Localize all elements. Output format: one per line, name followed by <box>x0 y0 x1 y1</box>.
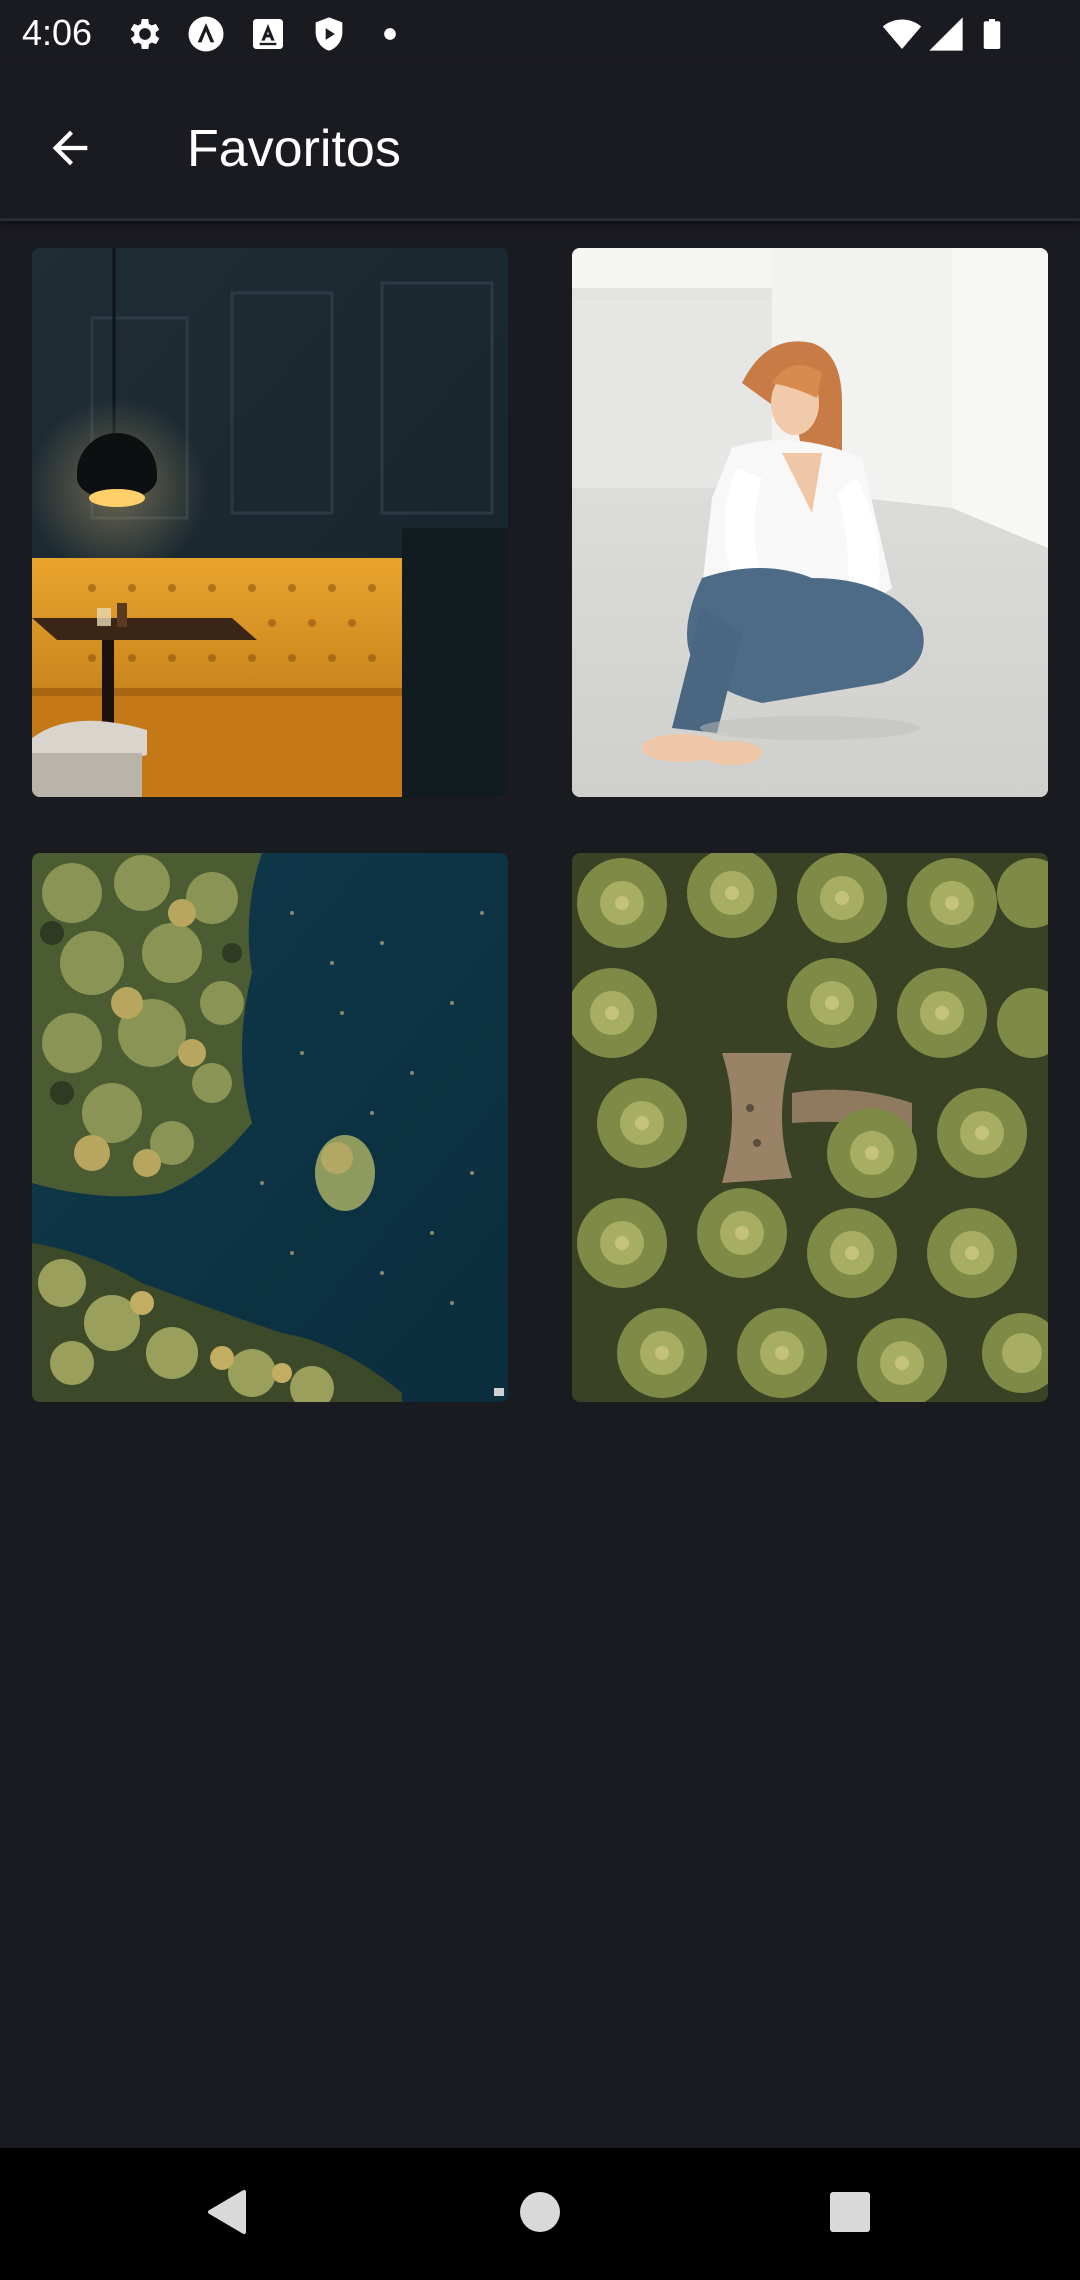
shield-play-icon <box>309 14 349 54</box>
aerial-palm-trees-image <box>572 853 1048 1402</box>
nav-recents-button[interactable] <box>810 2174 890 2254</box>
nav-home-button[interactable] <box>500 2174 580 2254</box>
gear-icon <box>125 14 165 54</box>
android-studio-icon <box>186 14 226 54</box>
system-navigation-bar <box>0 2148 1080 2280</box>
signal-icon <box>926 14 966 54</box>
back-button[interactable] <box>30 110 110 190</box>
favorite-image-woman-sitting[interactable] <box>572 248 1048 797</box>
status-bar: 4:06 <box>0 0 1080 66</box>
woman-sitting-image <box>572 248 1048 797</box>
favorite-image-aerial-forest-lake[interactable] <box>32 853 508 1402</box>
keyboard-a-icon <box>248 14 288 54</box>
page-title: Favoritos <box>187 120 401 178</box>
wifi-icon <box>880 14 924 54</box>
nav-back-button[interactable] <box>186 2174 266 2254</box>
app-bar: Favoritos <box>0 66 1080 221</box>
nav-recents-icon <box>828 2190 872 2239</box>
battery-icon <box>974 14 1010 54</box>
status-time: 4:06 <box>22 12 93 53</box>
aerial-forest-lake-image <box>32 853 508 1402</box>
favorite-image-aerial-palm-trees[interactable] <box>572 853 1048 1402</box>
dot-icon <box>370 14 410 54</box>
arrow-back-icon <box>44 122 96 179</box>
nav-home-icon <box>518 2190 562 2239</box>
restaurant-booth-image <box>32 248 508 797</box>
favorite-image-restaurant-booth[interactable] <box>32 248 508 797</box>
nav-back-icon <box>204 2188 248 2241</box>
